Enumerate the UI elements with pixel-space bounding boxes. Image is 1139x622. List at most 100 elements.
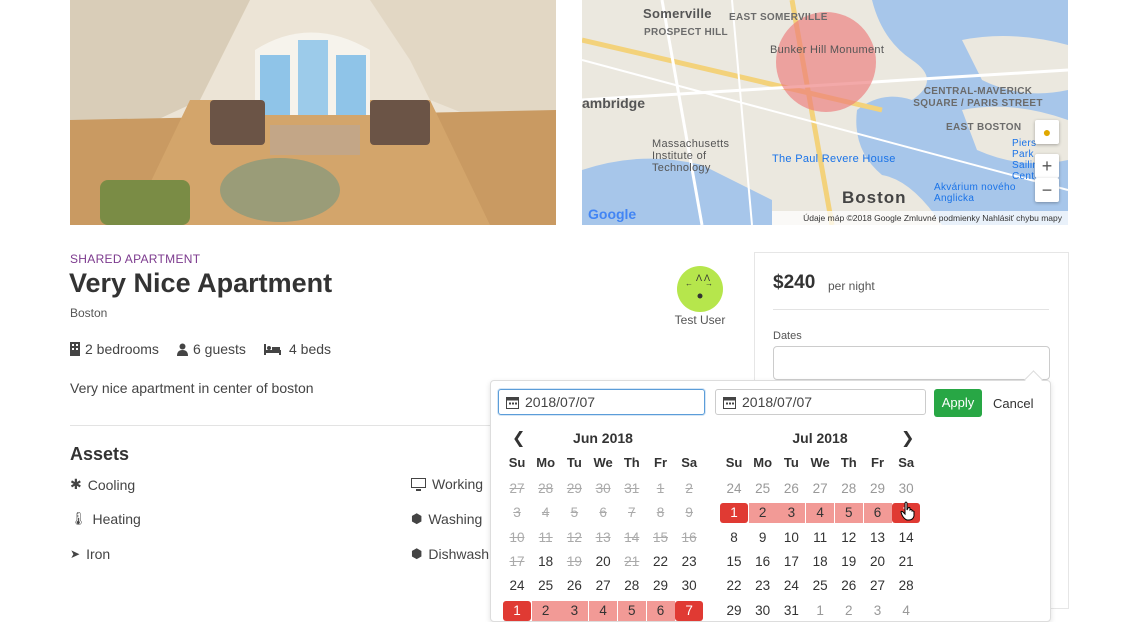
calendar-day[interactable]: 28 [618, 576, 646, 596]
calendar-day[interactable]: 29 [647, 576, 675, 596]
calendar-day[interactable]: 8 [647, 503, 675, 523]
calendar-day[interactable]: 7 [675, 600, 704, 621]
calendar-day[interactable]: 29 [864, 479, 892, 499]
calendar-day[interactable]: 27 [806, 479, 834, 499]
calendar-day[interactable]: 19 [560, 552, 588, 572]
cancel-button[interactable]: Cancel [993, 396, 1033, 411]
calendar-day[interactable]: 9 [675, 503, 703, 523]
calendar-day[interactable]: 24 [777, 576, 805, 596]
calendar-day[interactable]: 23 [749, 576, 777, 596]
calendar-day[interactable]: 6 [589, 503, 617, 523]
calendar-day[interactable]: 3 [560, 600, 589, 621]
calendar-day[interactable]: 1 [503, 600, 531, 621]
calendar-day[interactable]: 25 [806, 576, 834, 596]
host-name[interactable]: Test User [660, 313, 740, 327]
calendar-day[interactable]: 21 [618, 552, 646, 572]
calendar-day[interactable]: 10 [777, 528, 805, 548]
calendar-day[interactable]: 4 [532, 503, 560, 523]
calendar-day[interactable]: 11 [532, 528, 560, 548]
calendar-day[interactable]: 3 [777, 503, 806, 524]
calendar-day[interactable]: 20 [864, 552, 892, 572]
zoom-out-button[interactable]: − [1035, 178, 1059, 202]
calendar-day[interactable]: 2 [531, 600, 560, 621]
calendar-day[interactable]: 31 [618, 479, 646, 499]
calendar-day[interactable]: 1 [647, 479, 675, 499]
calendar-day[interactable]: 8 [720, 528, 748, 548]
calendar-day[interactable]: 14 [892, 528, 920, 548]
calendar-day[interactable]: 19 [835, 552, 863, 572]
calendar-day[interactable]: 31 [777, 601, 805, 621]
calendar-day[interactable]: 30 [892, 479, 920, 499]
calendar-day[interactable]: 22 [647, 552, 675, 572]
next-month-button[interactable]: ❯ [901, 428, 914, 448]
calendar-day[interactable]: 15 [720, 552, 748, 572]
calendar-day[interactable]: 3 [864, 601, 892, 621]
map-label-paul-revere: The Paul Revere House [772, 153, 896, 165]
calendar-day[interactable]: 5 [617, 600, 646, 621]
calendar-day[interactable]: 3 [503, 503, 531, 523]
end-date-field[interactable]: 2018/07/07 [715, 389, 926, 415]
calendar-day[interactable]: 7 [618, 503, 646, 523]
calendar-day[interactable]: 27 [864, 576, 892, 596]
calendar-day[interactable]: 14 [618, 528, 646, 548]
calendar-day[interactable]: 4 [806, 503, 835, 524]
listing-photo[interactable] [70, 0, 556, 225]
calendar-day[interactable]: 11 [806, 528, 834, 548]
calendar-day[interactable]: 13 [589, 528, 617, 548]
calendar-day[interactable]: 5 [560, 503, 588, 523]
calendar-day[interactable]: 22 [720, 576, 748, 596]
calendar-day[interactable]: 28 [532, 479, 560, 499]
calendar-day[interactable]: 4 [892, 601, 920, 621]
street-view-pegman-icon[interactable]: ● [1035, 120, 1059, 144]
user-icon [177, 343, 188, 356]
calendar-day[interactable]: 21 [892, 552, 920, 572]
dates-input[interactable] [773, 346, 1050, 380]
calendar-day[interactable]: 26 [777, 479, 805, 499]
calendar-day[interactable]: 6 [863, 503, 892, 524]
start-date-field[interactable]: 2018/07/07 [498, 389, 705, 415]
calendar-day[interactable]: 25 [749, 479, 777, 499]
calendar-day[interactable]: 10 [503, 528, 531, 548]
location-map[interactable]: Somerville EAST SOMERVILLE PROSPECT HILL… [582, 0, 1068, 225]
calendar-day[interactable]: 4 [589, 600, 618, 621]
calendar-day[interactable]: 1 [720, 503, 748, 524]
calendar-day[interactable]: 17 [777, 552, 805, 572]
calendar-day[interactable]: 2 [835, 601, 863, 621]
calendar-day[interactable]: 17 [503, 552, 531, 572]
calendar-day[interactable]: 26 [560, 576, 588, 596]
calendar-day[interactable]: 2 [675, 479, 703, 499]
calendar-day[interactable]: 16 [749, 552, 777, 572]
calendar-day[interactable]: 25 [532, 576, 560, 596]
calendar-day[interactable]: 30 [675, 576, 703, 596]
calendar-day[interactable]: 12 [560, 528, 588, 548]
calendar-day[interactable]: 18 [806, 552, 834, 572]
calendar-day[interactable]: 15 [647, 528, 675, 548]
calendar-day[interactable]: 30 [749, 601, 777, 621]
map-footer[interactable]: Údaje máp ©2018 Google Zmluvné podmienky… [772, 211, 1068, 225]
calendar-day[interactable]: 24 [503, 576, 531, 596]
calendar-day[interactable]: 16 [675, 528, 703, 548]
apply-button[interactable]: Apply [934, 389, 982, 417]
calendar-day[interactable]: 1 [806, 601, 834, 621]
calendar-day[interactable]: 29 [720, 601, 748, 621]
calendar-day[interactable]: 23 [675, 552, 703, 572]
host-avatar[interactable]: ← → Λ Λ [677, 266, 723, 312]
calendar-day[interactable]: 27 [503, 479, 531, 499]
calendar-day[interactable]: 27 [589, 576, 617, 596]
calendar-day[interactable]: 28 [835, 479, 863, 499]
calendar-day[interactable]: 2 [748, 503, 777, 524]
prev-month-button[interactable]: ❮ [512, 428, 525, 448]
calendar-day[interactable]: 5 [834, 503, 863, 524]
calendar-day[interactable]: 6 [646, 600, 675, 621]
calendar-day[interactable]: 28 [892, 576, 920, 596]
calendar-day[interactable]: 24 [720, 479, 748, 499]
calendar-day[interactable]: 18 [532, 552, 560, 572]
zoom-in-button[interactable]: + [1035, 154, 1059, 178]
calendar-day[interactable]: 12 [835, 528, 863, 548]
calendar-day[interactable]: 29 [560, 479, 588, 499]
calendar-day[interactable]: 26 [835, 576, 863, 596]
calendar-day[interactable]: 20 [589, 552, 617, 572]
calendar-day[interactable]: 9 [749, 528, 777, 548]
calendar-day[interactable]: 13 [864, 528, 892, 548]
calendar-day[interactable]: 30 [589, 479, 617, 499]
